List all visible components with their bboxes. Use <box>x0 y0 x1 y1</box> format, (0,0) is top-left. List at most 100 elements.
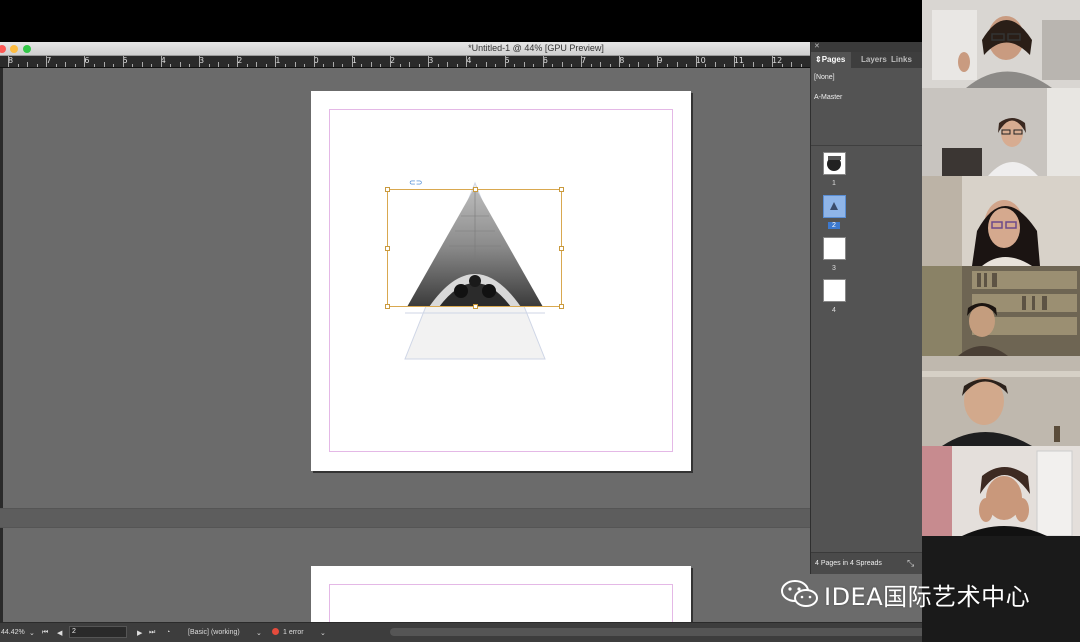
ruler-tick <box>791 62 793 67</box>
ruler-tick <box>46 56 48 67</box>
ruler-tick <box>800 64 802 67</box>
ruler-tick <box>74 64 76 67</box>
vertical-ruler[interactable] <box>0 68 3 628</box>
page-number-input[interactable]: 2 <box>69 626 127 638</box>
ruler-tick <box>456 64 458 67</box>
open-page-icon[interactable]: ◔ <box>166 629 170 636</box>
ruler-tick <box>189 64 191 67</box>
ruler-tick <box>781 64 783 67</box>
frame-handle[interactable] <box>385 304 390 309</box>
ruler-tick <box>17 64 19 67</box>
ruler-tick <box>265 64 267 67</box>
tab-layers[interactable]: Layers <box>861 55 887 64</box>
ruler-tick <box>8 56 9 67</box>
horizontal-ruler[interactable]: 8 7 6 5 4 3 2 1 0 1 2 3 4 5 6 7 8 9 10 11 12 <box>0 56 810 68</box>
last-page-icon[interactable]: ⏭ <box>149 629 155 637</box>
frame-handle[interactable] <box>559 187 564 192</box>
horizontal-scrollbar[interactable] <box>390 628 922 636</box>
ruler-tick <box>705 64 707 67</box>
ruler-tick <box>323 64 325 67</box>
ruler-tick <box>666 64 668 67</box>
ruler-tick <box>552 64 554 67</box>
frame-handle[interactable] <box>385 246 390 251</box>
frame-handle[interactable] <box>559 304 564 309</box>
zoom-dropdown-icon[interactable]: ⌄ <box>29 629 35 637</box>
preflight-dropdown-icon[interactable]: ⌄ <box>256 629 262 637</box>
ruler-tick <box>84 56 86 67</box>
participant-video-1 <box>922 0 1080 88</box>
ruler-tick <box>733 56 735 67</box>
participant-video-5 <box>922 356 1080 446</box>
ruler-tick <box>284 64 286 67</box>
participant-6-image <box>922 446 1080 536</box>
ruler-tick <box>619 56 621 67</box>
preflight-profile[interactable]: [Basic] (working) <box>188 629 240 636</box>
ruler-tick <box>332 62 334 67</box>
ruler-tick <box>199 56 200 67</box>
master-a[interactable]: A-Master <box>814 94 842 101</box>
ruler-tick <box>151 64 153 67</box>
page-thumbnail-4[interactable] <box>823 279 846 302</box>
ruler-tick <box>208 64 210 67</box>
video-call-participants <box>922 0 1080 642</box>
tab-pages[interactable]: ⇕Pages <box>815 55 845 64</box>
ruler-tick <box>571 64 573 67</box>
participant-video-4 <box>922 266 1080 356</box>
pages-panel-footer: 4 Pages in 4 Spreads ⤡ ⊞ 🗑 <box>811 552 922 574</box>
ruler-tick <box>590 64 592 67</box>
ruler-tick <box>772 56 773 67</box>
page-thumbnail-1[interactable] <box>823 152 846 175</box>
next-page-icon[interactable]: ▶ <box>137 629 142 637</box>
ruler-tick <box>132 64 134 67</box>
frame-handle[interactable] <box>473 187 478 192</box>
page-number-1: 1 <box>832 180 836 187</box>
indesign-window: *Untitled-1 @ 44% [GPU Preview] 87654321… <box>0 42 922 642</box>
ruler-tick <box>275 56 277 67</box>
ruler-tick <box>170 64 172 67</box>
page-thumbnail-3[interactable] <box>823 237 846 260</box>
ruler-tick <box>523 62 525 67</box>
ruler-tick <box>743 64 745 67</box>
ruler-tick <box>561 62 563 67</box>
ruler-tick <box>304 64 306 67</box>
ruler-tick <box>418 64 420 67</box>
frame-handle[interactable] <box>385 187 390 192</box>
ruler-tick <box>724 64 726 67</box>
ruler-tick <box>294 62 296 67</box>
master-none[interactable]: [None] <box>814 74 835 81</box>
ruler-tick <box>714 62 716 67</box>
ruler-tick <box>762 64 764 67</box>
panel-divider <box>811 145 922 146</box>
ruler-tick <box>581 56 582 67</box>
ruler-tick <box>485 62 487 67</box>
page-number-2: 2 <box>828 222 840 229</box>
ruler-tick <box>237 56 239 67</box>
participant-4-image <box>922 266 1080 356</box>
close-panel-icon[interactable]: ✕ <box>814 42 820 50</box>
participant-video-6 <box>922 446 1080 536</box>
page-thumbnail-2[interactable] <box>823 195 846 218</box>
ruler-tick <box>179 62 181 67</box>
ruler-tick <box>676 62 678 67</box>
ruler-tick <box>647 64 649 67</box>
participant-3-image <box>922 176 1080 266</box>
pages-panel: ✕ ⇕Pages Layers Links [None] A-Master 1 … <box>810 42 922 574</box>
title-bar: *Untitled-1 @ 44% [GPU Preview] <box>0 42 922 56</box>
selected-graphics-frame[interactable] <box>385 187 564 309</box>
errors-dropdown-icon[interactable]: ⌄ <box>320 629 326 637</box>
first-page-icon[interactable]: ⏮ <box>42 629 48 637</box>
ruler-tick <box>361 64 363 67</box>
frame-handle[interactable] <box>473 304 478 309</box>
zoom-level[interactable]: 44.42% <box>1 629 25 636</box>
ruler-tick <box>609 64 611 67</box>
frame-handle[interactable] <box>559 246 564 251</box>
ruler-tick <box>752 62 754 67</box>
tab-links[interactable]: Links <box>891 55 912 64</box>
ruler-tick <box>313 56 315 67</box>
document-page-2[interactable]: ⊂⊃ <box>311 91 691 471</box>
preflight-errors[interactable]: 1 error <box>283 629 304 636</box>
panel-header: ✕ <box>811 42 922 52</box>
previous-page-icon[interactable]: ◀ <box>57 629 62 637</box>
ruler-tick <box>380 64 382 67</box>
edit-page-size-icon[interactable]: ⤡ <box>907 558 914 569</box>
